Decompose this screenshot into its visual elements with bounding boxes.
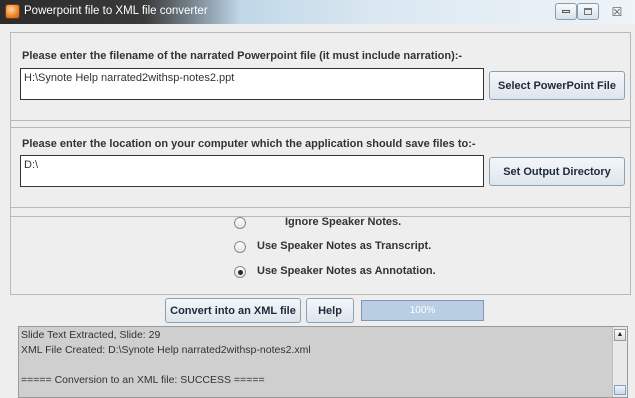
progress-text: 100% xyxy=(409,305,436,316)
log-line: ===== Conversion to an XML file: SUCCESS… xyxy=(21,374,265,386)
minimize-button[interactable] xyxy=(555,3,577,20)
close-icon: ☒ xyxy=(611,4,623,19)
convert-to-xml-button[interactable]: Convert into an XML file xyxy=(165,298,301,323)
log-scrollbar[interactable]: ▲ xyxy=(612,327,627,397)
main-content: Please enter the filename of the narrate… xyxy=(0,24,635,398)
scroll-up-arrow-icon[interactable]: ▲ xyxy=(614,329,626,341)
help-button[interactable]: Help xyxy=(306,298,354,323)
input-file-field[interactable]: H:\Synote Help narrated2withsp-notes2.pp… xyxy=(20,68,484,100)
radio-label: Use Speaker Notes as Annotation. xyxy=(257,265,436,277)
title-bar[interactable]: Powerpoint file to XML file converter ☒ xyxy=(0,0,635,24)
set-output-directory-button[interactable]: Set Output Directory xyxy=(489,157,625,186)
output-directory-field[interactable]: D:\ xyxy=(20,155,484,187)
maximize-button[interactable] xyxy=(577,3,599,20)
radio-button[interactable] xyxy=(234,217,246,229)
output-directory-label: Please enter the location on your comput… xyxy=(22,138,476,150)
powerpoint-app-icon xyxy=(5,4,20,19)
radio-use-as-transcript[interactable]: Use Speaker Notes as Transcript. xyxy=(234,239,454,257)
log-output[interactable]: Slide Text Extracted, Slide: 29 XML File… xyxy=(18,326,628,398)
scroll-thumb[interactable] xyxy=(614,385,626,395)
select-powerpoint-file-button[interactable]: Select PowerPoint File xyxy=(489,71,625,100)
input-file-label: Please enter the filename of the narrate… xyxy=(22,50,463,62)
radio-label: Use Speaker Notes as Transcript. xyxy=(257,240,432,252)
radio-label: Ignore Speaker Notes. xyxy=(285,216,402,228)
radio-ignore-speaker-notes[interactable]: Ignore Speaker Notes. xyxy=(234,215,434,233)
progress-bar: 100% xyxy=(361,300,484,321)
radio-button[interactable] xyxy=(234,266,246,278)
window-title: Powerpoint file to XML file converter xyxy=(24,5,208,17)
log-line: XML File Created: D:\Synote Help narrate… xyxy=(21,344,311,356)
minimize-icon xyxy=(562,10,570,13)
maximize-icon xyxy=(584,8,592,15)
close-button[interactable]: ☒ xyxy=(605,3,629,20)
radio-use-as-annotation[interactable]: Use Speaker Notes as Annotation. xyxy=(234,264,454,282)
radio-button[interactable] xyxy=(234,241,246,253)
log-line: Slide Text Extracted, Slide: 29 xyxy=(21,329,161,341)
